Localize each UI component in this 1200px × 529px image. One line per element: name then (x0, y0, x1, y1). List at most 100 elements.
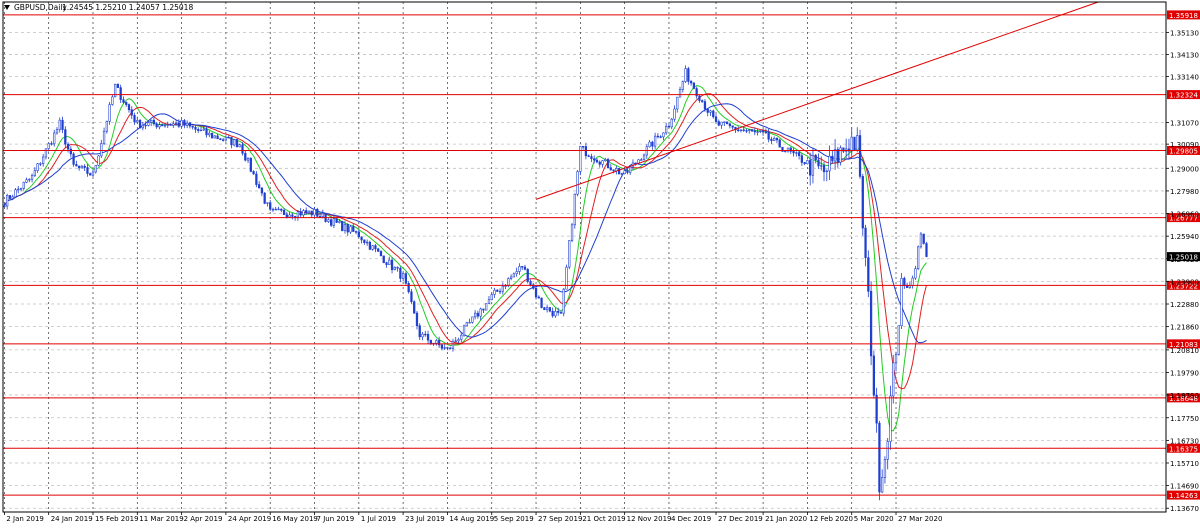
price-chart[interactable]: 1.359181.323241.298051.267771.237221.210… (0, 0, 1200, 525)
candle-body (388, 259, 391, 265)
chart-window: 1.35918 1.32324 1.29805 1.26777 1.23722 1.210… (0, 0, 1200, 525)
candle-body (581, 146, 585, 148)
candle-body (202, 128, 205, 131)
candle-body (881, 477, 884, 493)
candle-body (648, 141, 651, 148)
candle-body (150, 119, 153, 123)
candle-body (568, 240, 571, 268)
ohlc-values: 1.24545 1.25210 1.24057 1.25018 (62, 3, 193, 12)
candle-body (152, 119, 156, 125)
candle (562, 288, 565, 317)
candle-body (817, 159, 820, 167)
x-tick-label: 23 Jul 2019 (405, 515, 445, 523)
candle-body (349, 226, 352, 233)
candle-body (620, 173, 624, 175)
candle-body (833, 149, 837, 162)
y-tick-label: 1.26960 (1170, 211, 1199, 219)
candle-body (701, 100, 704, 102)
candle-body (590, 156, 593, 160)
y-tick-label: 1.14690 (1170, 483, 1199, 491)
candle (917, 245, 920, 271)
candle-body (47, 143, 50, 150)
candle-body (665, 125, 668, 134)
candle-body (42, 156, 45, 164)
candle-body (717, 121, 720, 126)
candle-body (756, 131, 759, 133)
candle-body (288, 214, 291, 218)
candle-body (673, 108, 676, 120)
candle-body (216, 135, 219, 140)
candle-body (822, 165, 826, 173)
candle-body (141, 124, 144, 129)
candle-body (534, 288, 538, 298)
candle-body (767, 132, 770, 140)
candle-body (515, 271, 518, 275)
candle-body (205, 128, 208, 136)
candle-body (573, 193, 576, 226)
candle-body (11, 196, 14, 199)
candle-body (548, 307, 552, 312)
candle-body (712, 110, 715, 118)
x-tick-label: 7 Jun 2019 (317, 515, 355, 523)
candle-body (83, 165, 86, 168)
candle (471, 316, 474, 324)
x-tick-label: 16 May 2019 (272, 515, 318, 523)
candle-body (266, 202, 269, 204)
candle-body (565, 266, 568, 290)
x-tick-label: 21 Oct 2019 (582, 515, 625, 523)
candle-body (421, 333, 424, 338)
candle-body (748, 129, 751, 131)
candle-body (100, 143, 103, 157)
candle-body (108, 104, 111, 122)
candle-body (737, 129, 740, 131)
candle-body (75, 164, 78, 167)
candle (617, 167, 621, 175)
candle-body (872, 355, 875, 396)
level-price-label: 1.16375 (1169, 445, 1198, 453)
candle-body (720, 121, 723, 126)
candle-body (8, 195, 12, 199)
candle (485, 303, 488, 311)
candle-body (806, 160, 809, 165)
candle-body (255, 173, 258, 185)
candle-body (850, 136, 853, 152)
candle-body (241, 144, 244, 154)
candle-body (797, 152, 801, 156)
candle-body (125, 102, 128, 105)
candle-body (922, 233, 925, 244)
y-tick-label: 1.31070 (1170, 119, 1199, 127)
candle-body (122, 99, 125, 103)
candle-body (199, 129, 203, 132)
candle-body (374, 245, 377, 250)
candle-body (435, 340, 438, 344)
candle-body (687, 68, 690, 82)
candle-body (703, 101, 707, 110)
y-tick-label: 1.20810 (1170, 347, 1199, 355)
candle-body (725, 121, 729, 125)
candle-body (869, 291, 873, 357)
candle-body (861, 176, 864, 229)
candle-body (277, 208, 280, 211)
candle-body (778, 139, 781, 148)
candle-body (230, 137, 233, 146)
candle-body (69, 148, 72, 155)
candle-body (161, 124, 164, 127)
x-tick-label: 12 Nov 2019 (627, 515, 672, 523)
candle-body (487, 299, 491, 304)
candle (341, 220, 344, 232)
candle-body (183, 120, 186, 126)
candle-body (836, 149, 839, 163)
candle-body (714, 116, 718, 122)
candle-body (764, 131, 768, 134)
candle-body (424, 333, 427, 336)
candle-body (191, 125, 194, 128)
candle-body (593, 158, 596, 161)
candle-body (482, 308, 485, 311)
candle-body (188, 122, 192, 127)
candle-body (282, 210, 286, 215)
candle-body (601, 160, 604, 165)
candle (573, 193, 576, 229)
candle-body (310, 210, 313, 216)
candle-body (271, 208, 275, 211)
candle-body (892, 362, 895, 397)
